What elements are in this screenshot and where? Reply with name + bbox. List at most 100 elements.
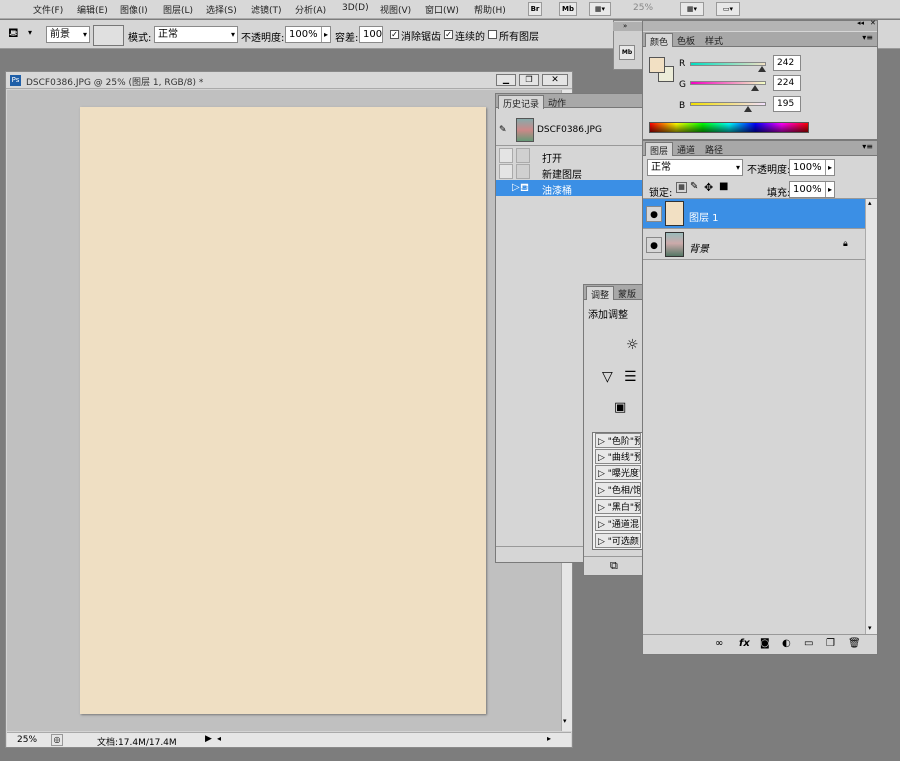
panel-menu-icon[interactable]: ▾≡ — [862, 33, 873, 42]
tool-preset-arrow-icon[interactable]: ▾ — [28, 28, 32, 37]
vibrance-icon[interactable]: ▽ — [602, 369, 613, 385]
blend-mode-select[interactable]: 正常 ▾ — [647, 159, 743, 176]
blue-value-input[interactable]: 195 — [773, 96, 801, 112]
list-item[interactable]: ▷ "曝光度" — [595, 465, 641, 480]
red-slider-thumb[interactable] — [758, 66, 766, 72]
history-item-active[interactable]: ▷ ⛾ 油漆桶 — [496, 180, 642, 197]
layer-opacity-input[interactable]: 100% ▸ — [789, 159, 835, 176]
blue-slider[interactable] — [690, 102, 766, 106]
new-layer-icon[interactable]: ❐ — [826, 638, 835, 649]
history-item[interactable]: 新建图层 — [496, 164, 642, 181]
minimize-button[interactable]: ▁ — [496, 74, 516, 86]
tab-channels[interactable]: 通道 — [673, 142, 699, 156]
opacity-input[interactable]: 100% ▸ — [285, 26, 331, 43]
menu-file[interactable]: 文件(F) — [33, 3, 63, 16]
add-mask-icon[interactable]: ◙ — [760, 638, 770, 649]
scroll-left-icon[interactable]: ◂ — [217, 734, 221, 743]
bridge-button[interactable]: Br — [528, 2, 542, 16]
list-item[interactable]: ▷ "通道混 — [595, 516, 641, 531]
hue-saturation-icon[interactable]: ☰ — [624, 369, 637, 385]
list-item[interactable]: ▷ "可选颜 — [595, 533, 641, 548]
link-layers-icon[interactable]: ∞ — [715, 638, 723, 649]
list-item[interactable]: ▷ "色阶"预 — [595, 433, 641, 448]
lock-position-icon[interactable]: ✥ — [704, 181, 713, 194]
layers-scrollbar[interactable]: ▴ ▾ — [865, 199, 877, 634]
status-menu-arrow-icon[interactable]: ▶ — [205, 734, 212, 744]
clip-to-layer-icon[interactable]: ⧉ — [610, 559, 618, 573]
antialias-checkbox[interactable]: ✓ — [390, 30, 399, 39]
eye-visibility-icon[interactable]: ● — [646, 237, 662, 253]
image-canvas[interactable] — [80, 107, 486, 714]
tab-masks[interactable]: 蒙版 — [614, 286, 640, 300]
menu-filter[interactable]: 滤镜(T) — [251, 3, 282, 16]
contiguous-checkbox[interactable]: ✓ — [444, 30, 453, 39]
menu-image[interactable]: 图像(I) — [120, 3, 148, 16]
green-slider-thumb[interactable] — [751, 85, 759, 91]
brightness-icon[interactable]: ☼ — [626, 337, 639, 353]
history-snapshot[interactable]: ✎ DSCF0386.JPG — [496, 116, 642, 146]
tab-paths[interactable]: 路径 — [701, 142, 727, 156]
panel-menu-icon[interactable]: ▾≡ — [862, 142, 873, 151]
close-panel-icon[interactable]: ✕ — [870, 19, 876, 27]
arrange-documents-icon[interactable]: ▦▾ — [680, 2, 704, 16]
tab-layers[interactable]: 图层 — [645, 142, 674, 157]
zoom-level-menu[interactable]: 25% — [633, 3, 653, 13]
tab-styles[interactable]: 样式 — [701, 33, 727, 47]
scroll-up-icon[interactable]: ▴ — [868, 199, 872, 207]
delete-layer-icon[interactable]: 🗑︎ — [848, 638, 861, 649]
scroll-right-icon[interactable]: ▸ — [547, 734, 551, 743]
lock-pixels-icon[interactable]: ✎ — [690, 181, 698, 192]
canvas-area[interactable] — [7, 90, 561, 731]
red-value-input[interactable]: 242 — [773, 55, 801, 71]
scroll-down-icon[interactable]: ▾ — [563, 717, 567, 725]
tab-adjustments[interactable]: 调整 — [586, 286, 615, 301]
menu-select[interactable]: 选择(S) — [206, 3, 237, 16]
layer-style-icon[interactable]: fx — [739, 638, 750, 649]
mode-select[interactable]: 正常 ▾ — [154, 26, 238, 43]
new-group-icon[interactable]: ▭ — [804, 638, 813, 649]
close-button[interactable]: ✕ — [542, 74, 568, 86]
tab-color[interactable]: 颜色 — [645, 33, 674, 48]
fill-source-select[interactable]: 前景 ▾ — [46, 26, 90, 43]
scroll-down-icon[interactable]: ▾ — [868, 624, 872, 632]
history-item[interactable]: 打开 — [496, 148, 642, 165]
menu-edit[interactable]: 编辑(E) — [77, 3, 108, 16]
restore-button[interactable]: ❐ — [519, 74, 539, 86]
mini-bridge-icon[interactable]: Mb — [619, 45, 635, 60]
foreground-color-swatch-front[interactable] — [649, 57, 665, 73]
mini-bridge-button[interactable]: Mb — [559, 2, 577, 16]
fill-input[interactable]: 100% ▸ — [789, 181, 835, 198]
document-title-bar[interactable]: Ps DSCF0386.JPG @ 25% (图层 1, RGB/8) * ▁ … — [6, 72, 572, 89]
pattern-picker[interactable] — [93, 25, 124, 46]
blue-slider-thumb[interactable] — [744, 106, 752, 112]
lock-transparency-icon[interactable]: ▦ — [676, 182, 687, 193]
red-slider[interactable] — [690, 62, 766, 66]
photo-filter-icon[interactable]: ▣ — [614, 400, 626, 415]
tab-swatches[interactable]: 色板 — [673, 33, 699, 47]
tab-history[interactable]: 历史记录 — [498, 95, 545, 110]
eye-visibility-icon[interactable]: ● — [646, 206, 662, 222]
list-item[interactable]: ▷ "黑白"预 — [595, 499, 641, 514]
menu-analysis[interactable]: 分析(A) — [295, 3, 326, 16]
status-zoom[interactable]: 25% — [17, 735, 37, 745]
list-item[interactable]: ▷ "色相/饱 — [595, 482, 641, 497]
layer-row[interactable]: ● 背景 🔒︎ — [643, 230, 865, 260]
lock-all-icon[interactable]: ■ — [719, 181, 728, 192]
all-layers-checkbox[interactable] — [488, 30, 497, 39]
status-info-icon[interactable]: ◎ — [51, 734, 63, 746]
tolerance-input[interactable]: 100 — [359, 26, 383, 43]
expand-dock-icon[interactable]: » — [613, 22, 643, 31]
adjustment-layer-icon[interactable]: ◐ — [782, 638, 791, 649]
color-spectrum-bar[interactable] — [649, 122, 809, 133]
menu-window[interactable]: 窗口(W) — [425, 3, 459, 16]
menu-view[interactable]: 视图(V) — [380, 3, 411, 16]
menu-layer[interactable]: 图层(L) — [163, 3, 193, 16]
list-item[interactable]: ▷ "曲线"预 — [595, 449, 641, 464]
screen-mode-icon[interactable]: ▭▾ — [716, 2, 740, 16]
collapse-panel-icon[interactable]: ◂◂ — [857, 19, 864, 27]
layer-row-active[interactable]: ● 图层 1 — [643, 199, 865, 229]
paint-bucket-icon[interactable]: ⛾ — [8, 26, 19, 43]
green-value-input[interactable]: 224 — [773, 75, 801, 91]
view-extras-icon[interactable]: ▦▾ — [589, 2, 611, 16]
menu-3d[interactable]: 3D(D) — [342, 3, 369, 13]
